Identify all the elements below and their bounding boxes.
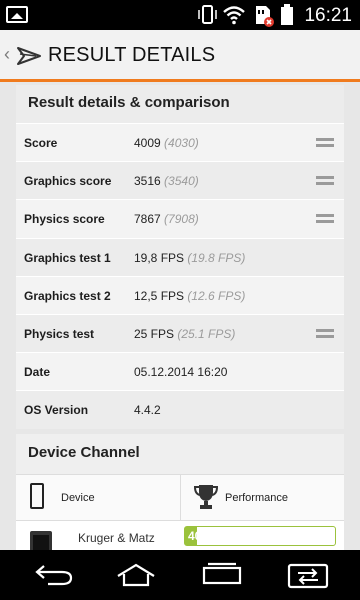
result-row-graphics-score: Graphics score 3516 (3540) (16, 161, 344, 200)
compare-icon[interactable] (316, 213, 334, 224)
result-row-score: Score 4009 (4030) (16, 123, 344, 162)
compare-icon[interactable] (316, 175, 334, 186)
row-label: Physics test (24, 326, 95, 341)
3dmark-logo-icon (17, 47, 41, 65)
result-row-physics-score: Physics score 7867 (7908) (16, 199, 344, 238)
page-title: RESULT DETAILS (48, 44, 216, 66)
row-value: 12,5 FPS (12.6 FPS) (134, 288, 246, 303)
row-value: 3516 (3540) (134, 174, 199, 189)
device-channel-header: Device Performance (16, 474, 344, 520)
compare-icon[interactable] (316, 328, 334, 339)
content-area[interactable]: Result details & comparison Score 4009 (… (0, 85, 360, 550)
recents-icon[interactable] (200, 562, 244, 588)
trophy-icon (194, 485, 218, 509)
switch-app-icon[interactable] (286, 562, 330, 590)
wifi-icon (223, 6, 245, 25)
row-label: OS Version (24, 403, 89, 418)
phone-vibrate-icon (198, 5, 217, 24)
home-icon[interactable] (114, 562, 158, 588)
status-bar: 16:21 (0, 0, 360, 30)
back-chevron-icon[interactable]: ‹ (4, 44, 10, 65)
device-channel-card: Device Channel Device Performance Kruger… (16, 434, 344, 550)
column-divider (180, 475, 181, 520)
phone-icon (30, 483, 44, 509)
device-thumbnail (30, 531, 52, 550)
row-label: Physics score (24, 212, 105, 227)
row-label: Graphics test 1 (24, 250, 111, 265)
row-value: 05.12.2014 16:20 (134, 365, 228, 380)
result-rows: Score 4009 (4030) Graphics score 3516 (3… (16, 123, 344, 429)
result-row-graphics-test-1: Graphics test 1 19,8 FPS (19.8 FPS) (16, 237, 344, 276)
device-name: Kruger & Matz (78, 531, 155, 545)
image-icon (6, 6, 28, 23)
clock: 16:21 (304, 5, 352, 26)
performance-column-label: Performance (225, 492, 288, 504)
battery-icon (281, 4, 293, 25)
row-value: 4009 (4030) (134, 136, 199, 150)
result-details-title: Result details & comparison (16, 85, 344, 123)
result-row-physics-test: Physics test 25 FPS (25.1 FPS) (16, 313, 344, 353)
performance-bar: 4033 (184, 526, 336, 546)
row-label: Graphics test 2 (24, 288, 111, 303)
device-channel-title: Device Channel (16, 434, 344, 474)
performance-score: 4033 (188, 529, 215, 543)
device-row[interactable]: Kruger & Matz 4033 (16, 520, 344, 550)
result-row-date: Date 05.12.2014 16:20 (16, 352, 344, 391)
back-icon[interactable] (34, 562, 74, 588)
device-column-label: Device (61, 492, 95, 504)
row-label: Score (24, 136, 58, 150)
result-row-os-version: OS Version 4.4.2 (16, 390, 344, 429)
row-value: 7867 (7908) (134, 212, 199, 227)
row-label: Date (24, 365, 51, 380)
row-value: 25 FPS (25.1 FPS) (134, 326, 236, 341)
app-bar: ‹ RESULT DETAILS (0, 30, 360, 82)
result-row-graphics-test-2: Graphics test 2 12,5 FPS (12.6 FPS) (16, 275, 344, 314)
result-details-card: Result details & comparison Score 4009 (… (16, 85, 344, 429)
compare-icon[interactable] (316, 137, 334, 148)
row-value: 19,8 FPS (19.8 FPS) (134, 250, 246, 265)
navigation-bar (0, 550, 360, 600)
row-value: 4.4.2 (134, 403, 161, 418)
row-label: Graphics score (24, 174, 112, 189)
sd-card-error-icon (256, 6, 274, 27)
